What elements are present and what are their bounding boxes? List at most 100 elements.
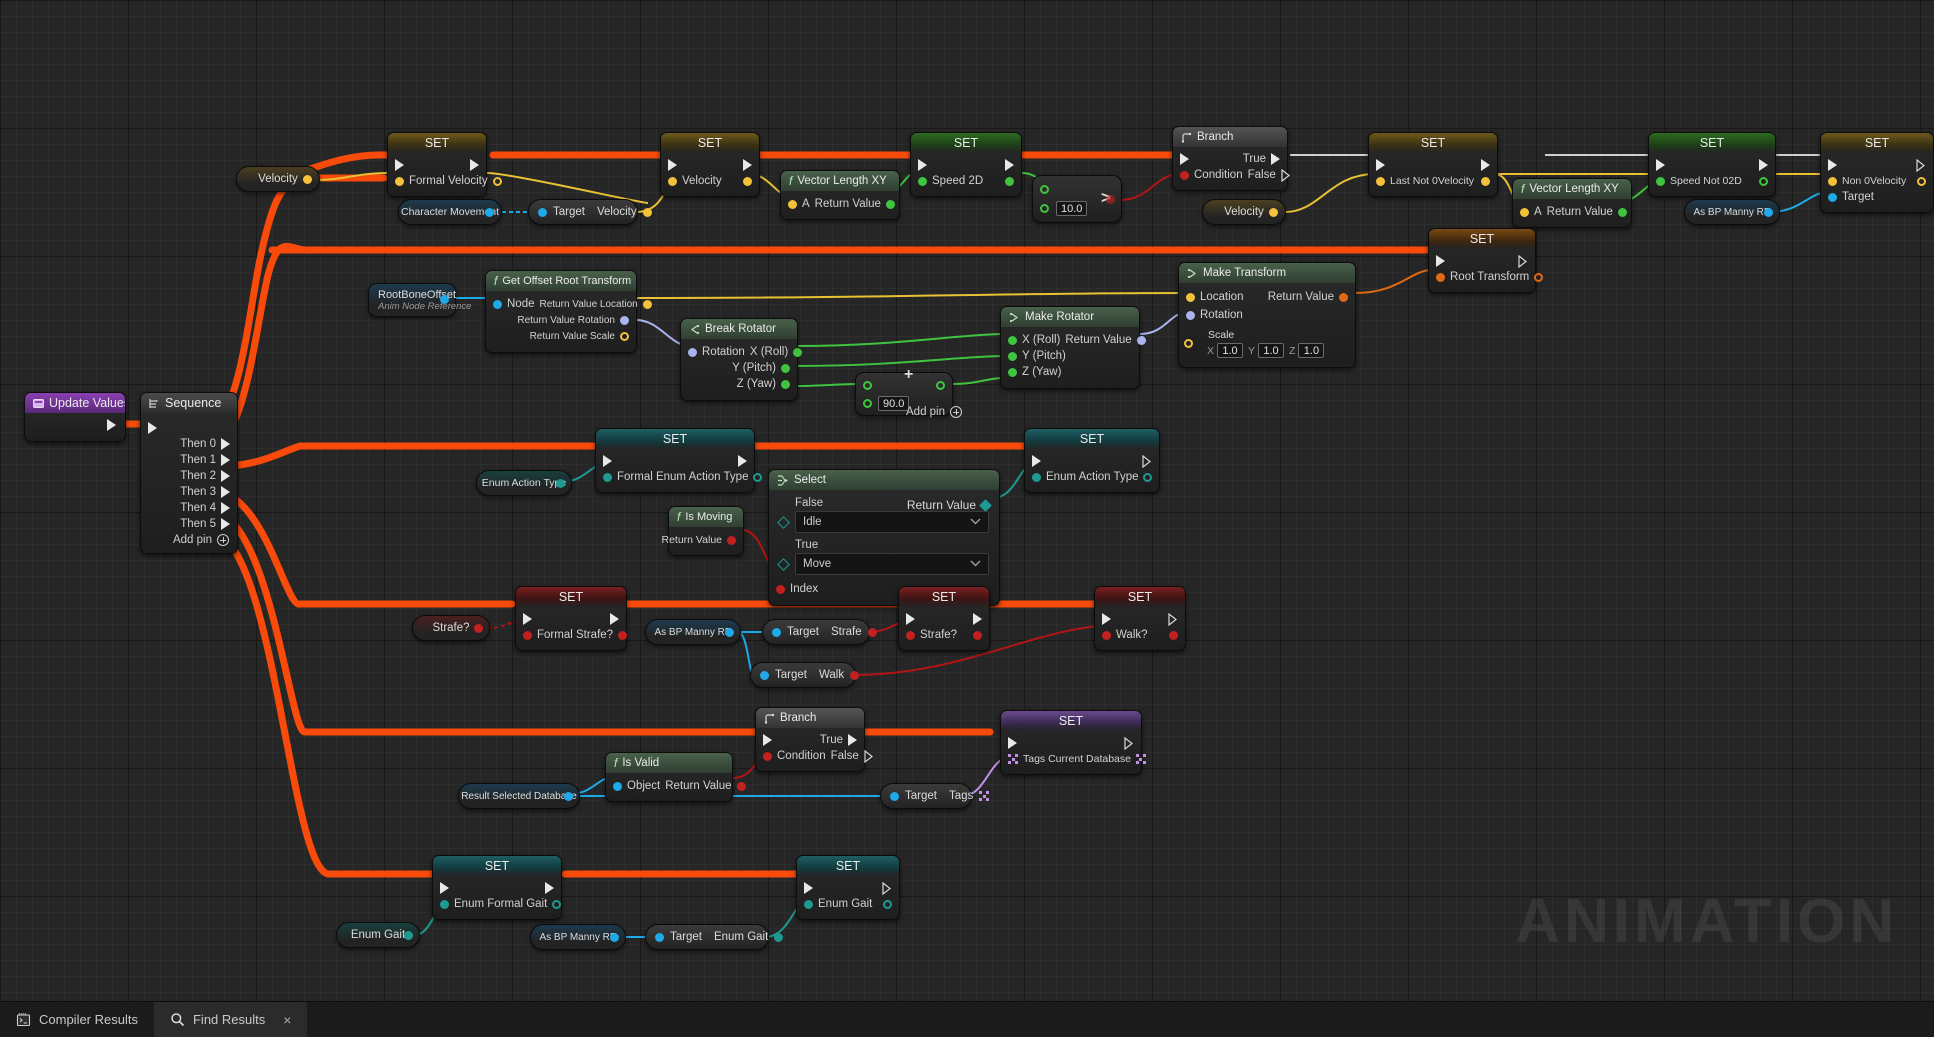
exec-row[interactable] — [1649, 157, 1775, 173]
true-pin[interactable] — [1271, 153, 1280, 165]
formal-strafe-row[interactable]: Formal Strafe? — [516, 627, 628, 643]
target-in-pin[interactable] — [890, 791, 899, 801]
exec-in-pin[interactable] — [523, 613, 532, 625]
rotation-row[interactable]: Rotation — [1179, 307, 1355, 323]
node-set-strafe[interactable]: SET Strafe? — [898, 586, 990, 651]
tags-current-database-out-pin[interactable] — [1135, 754, 1146, 764]
get-enum-gait-bean[interactable]: Enum Gait — [336, 922, 420, 948]
exec-row[interactable] — [1001, 735, 1141, 751]
exec-out-pin[interactable] — [1142, 454, 1152, 468]
add-node-add-pin[interactable]: Add pin — [898, 404, 970, 418]
z-yaw-in-pin[interactable] — [1008, 367, 1017, 377]
exec-row[interactable] — [1369, 157, 1497, 173]
exec-in-pin[interactable] — [148, 421, 157, 434]
walk-out-pin[interactable] — [850, 670, 860, 680]
enum-formal-gait-row[interactable]: Enum Formal Gait — [433, 896, 562, 912]
add-a-pin[interactable] — [863, 381, 872, 390]
last-not-0-velocity-out-pin[interactable] — [1481, 176, 1490, 186]
result-selected-database-bean[interactable]: Result Selected Database — [458, 783, 580, 809]
node-set-speed-2d[interactable]: SET Speed 2D — [910, 132, 1022, 197]
formal-velocity-in-pin[interactable] — [395, 176, 404, 186]
exec-out-pin[interactable] — [1124, 736, 1134, 750]
speed-2d-row[interactable]: Speed 2D — [911, 173, 1021, 189]
node-in-pin[interactable] — [493, 299, 502, 309]
velocity-out-pin[interactable] — [743, 176, 752, 186]
node-get-offset-root-transform[interactable]: f Get Offset Root Transform Node Return … — [485, 270, 652, 353]
formal-enum-action-type-in-pin[interactable] — [603, 472, 612, 482]
node-is-moving[interactable]: f Is Moving Return Value — [661, 506, 744, 556]
walk-out-pin[interactable] — [1169, 630, 1178, 640]
node-branch-tags[interactable]: Branch True Condition False — [755, 707, 873, 772]
y-pitch-pin[interactable] — [781, 363, 790, 373]
true-row[interactable]: True — [1173, 151, 1287, 167]
node-set-tags-current-database[interactable]: SET Tags Current Database — [1000, 710, 1146, 775]
tags-current-database-row[interactable]: Tags Current Database — [1001, 751, 1146, 767]
scale-group[interactable]: Scale X 1.0 Y 1.0 Z 1.0 — [1179, 323, 1355, 358]
exec-row[interactable] — [661, 157, 759, 173]
y-pitch-row[interactable]: Y (Pitch) — [1001, 348, 1139, 364]
return-rotation-pin[interactable] — [620, 315, 629, 325]
exec-in-pin[interactable] — [918, 159, 927, 171]
get-velocity-bean[interactable]: Velocity — [236, 166, 320, 192]
as-bp-manny-bean-strafe[interactable]: As BP Manny RE — [645, 619, 741, 645]
false-pin[interactable] — [1281, 168, 1291, 182]
target-in-pin[interactable] — [772, 627, 781, 637]
exec-in-row[interactable] — [141, 419, 237, 436]
get-target-walk-bean[interactable]: Target Walk — [750, 662, 860, 688]
enum-gait-out-pin[interactable] — [883, 899, 892, 909]
tab-find-results[interactable]: Find Results × — [153, 1002, 308, 1037]
exec-row[interactable] — [433, 880, 561, 896]
strafe-row[interactable]: Strafe? — [899, 627, 989, 643]
get-strafe-bean[interactable]: Strafe? — [412, 615, 490, 641]
velocity-out-pin[interactable] — [1269, 207, 1278, 217]
node-greater-than[interactable]: 10.0 > — [1032, 175, 1122, 223]
node-set-speed-not-0-2d[interactable]: SET Speed Not 02D — [1648, 132, 1776, 197]
node-set-walk[interactable]: SET Walk? — [1094, 586, 1186, 651]
select-return-row[interactable]: Return Value — [907, 498, 992, 512]
a-in-pin[interactable] — [1520, 207, 1529, 217]
strafe-out-pin[interactable] — [973, 630, 982, 640]
exec-row[interactable] — [797, 880, 899, 896]
exec-out-pin[interactable] — [610, 613, 619, 625]
then-1-row[interactable]: Then 1 — [141, 452, 237, 468]
node-branch-top[interactable]: Branch True Condition False — [1172, 126, 1290, 191]
strafe-in-pin[interactable] — [906, 630, 915, 640]
node-make-rotator[interactable]: Make Rotator X (Roll) Return Value Y (Pi… — [1000, 306, 1146, 389]
then-1-pin[interactable] — [221, 454, 230, 466]
return-value-pin[interactable] — [885, 199, 895, 209]
as-bp-manny-out-pin[interactable] — [610, 932, 619, 942]
return-location-pin[interactable] — [642, 299, 652, 309]
speed-2d-out-pin[interactable] — [1005, 176, 1014, 186]
scale-x-field[interactable]: 1.0 — [1217, 343, 1244, 358]
index-pin[interactable] — [776, 584, 785, 594]
node-set-enum-action-type[interactable]: SET Enum Action Type — [1024, 428, 1160, 493]
false-option-pin[interactable] — [777, 515, 790, 529]
last-not-0-velocity-row[interactable]: Last Not 0Velocity — [1369, 173, 1497, 189]
enum-action-type-out-pin[interactable] — [1143, 472, 1153, 482]
as-bp-manny-bean-top[interactable]: As BP Manny RE — [1684, 199, 1780, 225]
return-value-pin[interactable] — [727, 535, 736, 545]
enum-action-type-in-pin[interactable] — [1032, 472, 1041, 482]
node-is-valid[interactable]: f Is Valid Object Return Value — [605, 752, 746, 802]
exec-out-pin[interactable] — [973, 613, 982, 625]
return-value-pin[interactable] — [1136, 335, 1146, 345]
then-2-row[interactable]: Then 2 — [141, 468, 237, 484]
as-bp-manny-out-pin[interactable] — [725, 627, 734, 637]
exec-row[interactable] — [516, 611, 626, 627]
then-5-row[interactable]: Then 5 — [141, 516, 237, 532]
then-3-pin[interactable] — [221, 486, 230, 498]
velocity-out-pin[interactable] — [303, 174, 312, 184]
node-set-enum-gait[interactable]: SET Enum Gait — [796, 855, 900, 920]
node-break-rotator[interactable]: Break Rotator Rotation X (Roll) Y (Pitch… — [680, 318, 803, 401]
condition-pin[interactable] — [763, 751, 772, 761]
sequence-add-pin[interactable]: Add pin — [141, 532, 237, 546]
walk-in-pin[interactable] — [1102, 630, 1111, 640]
false-row[interactable]: Condition False — [1173, 167, 1290, 183]
plus-icon[interactable] — [950, 406, 963, 418]
then-4-row[interactable]: Then 4 — [141, 500, 237, 516]
location-in-pin[interactable] — [1186, 292, 1195, 302]
exec-out-pin[interactable] — [882, 881, 892, 895]
enum-formal-gait-out-pin[interactable] — [552, 899, 562, 909]
then-0-row[interactable]: Then 0 — [141, 436, 237, 452]
y-pitch-row[interactable]: Y (Pitch) — [681, 360, 797, 376]
